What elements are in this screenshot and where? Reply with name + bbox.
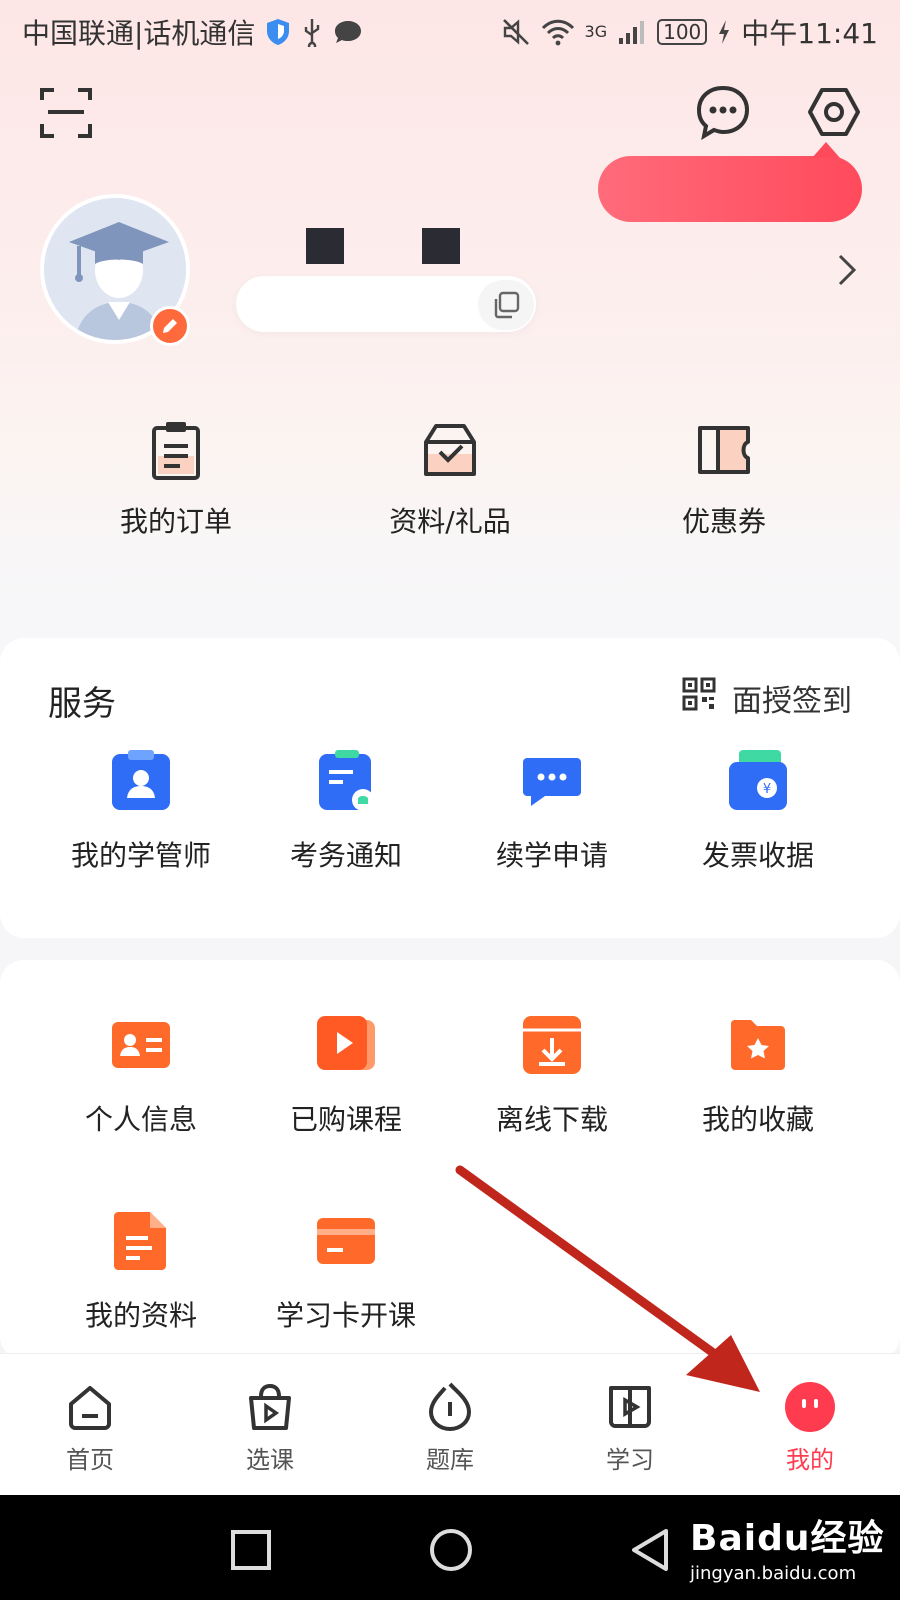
watermark-sub: jingyan.baidu.com [690,1563,857,1584]
tools-row-2: 我的资料 学习卡开课 [0,1208,900,1358]
bottom-nav: 首页 选课 题库 学习 我的 [0,1353,900,1495]
nav-label: 选课 [246,1446,294,1474]
shield-icon [265,18,291,46]
status-left: 中国联通|话机通信 [22,12,363,52]
service-renewal[interactable]: 续学申请 [452,748,652,874]
chat-bubble-icon [519,748,585,814]
battery-level: 100 [657,19,708,45]
star-folder-icon [725,1012,791,1078]
quick-link-orders[interactable]: 我的订单 [76,418,276,540]
pencil-icon[interactable] [150,306,190,346]
nav-label: 首页 [66,1446,114,1474]
nav-study[interactable]: 学习 [570,1380,690,1475]
network-type: 3G [584,22,608,41]
service-exam-notice[interactable]: 考务通知 [246,748,446,874]
id-card-icon [108,1012,174,1078]
face-icon [783,1380,837,1434]
tools-row-1: 个人信息 已购课程 离线下载 我的收藏 [0,1012,900,1162]
tools-card: 个人信息 已购课程 离线下载 我的收藏 我的资料 学习卡开课 [0,960,900,1360]
nav-label: 我的 [786,1446,834,1474]
tool-offline-download[interactable]: 离线下载 [452,1012,652,1138]
exam-notice-icon [313,748,379,814]
service-label: 发票收据 [701,839,814,872]
service-label: 我的学管师 [70,839,211,872]
inbox-check-icon [418,418,482,482]
home-icon [63,1380,117,1434]
bag-play-icon [243,1380,297,1434]
qrcode-icon [682,677,716,719]
quick-link-label: 资料/礼品 [389,505,511,538]
home-circle-icon[interactable] [426,1525,476,1575]
promo-bubble[interactable] [598,142,862,222]
status-right: 3G 100 中午11:41 [501,12,878,52]
back-triangle-icon[interactable] [626,1525,676,1575]
services-card: 服务 面授签到 我的学管师 考务通知 续学申请 ¥ 发票收据 [0,638,900,938]
top-bar [0,80,900,141]
coupon-icon [692,418,756,482]
quick-links: 我的订单 资料/礼品 优惠券 [0,418,900,558]
tool-personal-info[interactable]: 个人信息 [41,1012,241,1138]
book-play-icon [603,1380,657,1434]
clipboard-icon [144,418,208,482]
wifi-icon [541,18,575,46]
nav-mine[interactable]: 我的 [750,1380,870,1475]
checkin-label: 面授签到 [732,684,852,719]
svg-text:¥: ¥ [763,782,771,797]
mute-icon [501,17,531,47]
advisor-icon [108,748,174,814]
tool-label: 离线下载 [495,1103,608,1136]
tool-label: 已购课程 [289,1103,402,1136]
tool-label: 个人信息 [84,1103,197,1136]
card-icon [313,1208,379,1274]
status-bar: 中国联通|话机通信 3G 100 中午11:41 [0,0,900,64]
nav-courses[interactable]: 选课 [210,1380,330,1475]
tool-label: 我的资料 [84,1299,197,1332]
wallet-icon: ¥ [725,748,791,814]
message-icon[interactable] [695,84,751,141]
watermark-main: Baidu经验 [690,1518,885,1559]
service-invoice[interactable]: ¥ 发票收据 [658,748,858,874]
quick-link-label: 优惠券 [681,505,766,538]
service-label: 考务通知 [289,839,402,872]
download-icon [519,1012,585,1078]
nav-home[interactable]: 首页 [30,1380,150,1475]
tool-study-card[interactable]: 学习卡开课 [246,1208,446,1334]
services-title: 服务 [48,684,116,724]
charging-icon [717,19,731,45]
services-row: 我的学管师 考务通知 续学申请 ¥ 发票收据 [0,748,900,898]
quick-link-coupons[interactable]: 优惠券 [624,418,824,540]
checkin-button[interactable]: 面授签到 [682,676,852,720]
question-bank-icon [423,1380,477,1434]
copy-icon[interactable] [478,280,534,330]
app-screen: 中国联通|话机通信 3G 100 中午11:41 我的订单 资料/礼品 优惠券 … [0,0,900,1495]
redaction-block [306,228,344,264]
quick-link-label: 我的订单 [119,505,232,538]
system-nav-bar: Baidu经验 jingyan.baidu.com [0,1495,900,1600]
nav-question-bank[interactable]: 题库 [390,1380,510,1475]
recent-apps-icon[interactable] [226,1525,276,1575]
settings-icon[interactable] [806,84,862,140]
tool-label: 学习卡开课 [275,1299,416,1332]
user-name-redacted [306,228,460,264]
nav-label: 题库 [426,1446,474,1474]
usb-icon [301,17,323,47]
carrier-text: 中国联通|话机通信 [22,17,256,50]
chevron-right-icon[interactable] [832,250,862,290]
scan-icon[interactable] [38,84,94,140]
tool-purchased-courses[interactable]: 已购课程 [246,1012,446,1138]
tool-my-materials[interactable]: 我的资料 [41,1208,241,1334]
document-icon [108,1208,174,1274]
video-play-icon [313,1012,379,1078]
nav-label: 学习 [606,1446,654,1474]
baidu-watermark: Baidu经验 jingyan.baidu.com [690,1509,884,1584]
quick-link-gifts[interactable]: 资料/礼品 [350,418,550,540]
signal-icon [617,18,647,46]
chat-status-icon [333,19,363,45]
clock: 中午11:41 [741,17,878,50]
service-label: 续学申请 [495,839,608,872]
tool-favorites[interactable]: 我的收藏 [658,1012,858,1138]
redaction-block [422,228,460,264]
service-advisor[interactable]: 我的学管师 [41,748,241,874]
tool-label: 我的收藏 [701,1103,814,1136]
